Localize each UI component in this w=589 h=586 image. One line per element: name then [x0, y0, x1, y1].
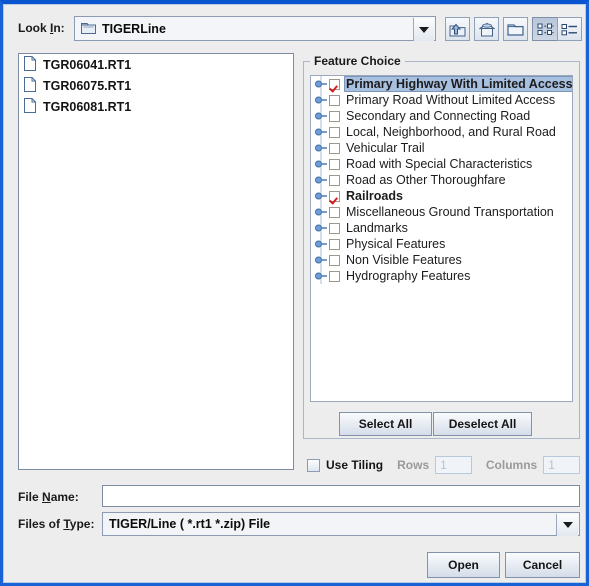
toolbar: Look In: TIGERLine: [4, 5, 585, 49]
rows-label: Rows: [397, 458, 430, 472]
tree-expand-icon[interactable]: [313, 92, 329, 108]
list-item[interactable]: TGR06075.RT1: [19, 75, 293, 96]
home-button[interactable]: [474, 17, 499, 41]
files-of-type-label: Files of Type:: [18, 517, 95, 531]
tree-item-label: Hydrography Features: [346, 269, 471, 283]
tree-item[interactable]: Road with Special Characteristics: [311, 156, 572, 172]
tree-expand-icon[interactable]: [313, 124, 329, 140]
tree-item-checkbox[interactable]: [329, 126, 340, 138]
tree-item-checkbox[interactable]: [329, 270, 340, 282]
use-tiling-label: Use Tiling: [326, 458, 384, 472]
cancel-button[interactable]: Cancel: [505, 552, 580, 578]
file-chooser-dialog: Look In: TIGERLine TGR06041.RT1 TGR06075…: [0, 0, 589, 586]
list-item-label: TGR06041.RT1: [43, 57, 132, 72]
tree-item-checkbox[interactable]: [329, 142, 340, 154]
tiles-view-button[interactable]: [532, 17, 557, 41]
tree-expand-icon[interactable]: [313, 220, 329, 236]
columns-label: Columns: [485, 458, 538, 472]
tree-item[interactable]: Local, Neighborhood, and Rural Road: [311, 124, 572, 140]
tree-item-label: Railroads: [346, 189, 403, 203]
tree-item-checkbox[interactable]: [329, 78, 340, 90]
rows-input[interactable]: 1: [435, 456, 472, 474]
tree-expand-icon[interactable]: [313, 268, 329, 284]
tree-item[interactable]: Landmarks: [311, 220, 572, 236]
tree-item[interactable]: Railroads: [311, 188, 572, 204]
list-item-label: TGR06075.RT1: [43, 78, 132, 93]
list-item-label: TGR06081.RT1: [43, 99, 132, 114]
tree-item-label: Primary Road Without Limited Access: [346, 93, 556, 107]
files-of-type-value: TIGER/Line ( *.rt1 *.zip) File: [109, 517, 271, 531]
tree-item-label: Non Visible Features: [346, 253, 462, 267]
deselect-all-button[interactable]: Deselect All: [433, 412, 532, 436]
tree-item[interactable]: Vehicular Trail: [311, 140, 572, 156]
file-list[interactable]: TGR06041.RT1 TGR06075.RT1 TGR06081.RT1: [18, 53, 294, 470]
new-folder-button[interactable]: [503, 17, 528, 41]
details-view-button[interactable]: [557, 17, 582, 41]
tree-item-checkbox[interactable]: [329, 238, 340, 250]
tree-expand-icon[interactable]: [313, 108, 329, 124]
list-item[interactable]: TGR06081.RT1: [19, 96, 293, 117]
tree-item-checkbox[interactable]: [329, 174, 340, 186]
tree-item-checkbox[interactable]: [329, 254, 340, 266]
tree-item[interactable]: Road as Other Thoroughfare: [311, 172, 572, 188]
tree-item[interactable]: Primary Road Without Limited Access: [311, 92, 572, 108]
tree-item[interactable]: Physical Features: [311, 236, 572, 252]
tree-expand-icon[interactable]: [313, 140, 329, 156]
tree-item-label: Local, Neighborhood, and Rural Road: [346, 125, 556, 139]
open-button[interactable]: Open: [427, 552, 500, 578]
use-tiling-checkbox[interactable]: [307, 458, 320, 472]
tree-expand-icon[interactable]: [313, 188, 329, 204]
file-icon: [24, 55, 36, 74]
tree-expand-icon[interactable]: [313, 204, 329, 220]
file-icon: [24, 97, 36, 116]
file-icon: [24, 76, 36, 95]
tree-item-checkbox[interactable]: [329, 110, 340, 122]
tree-item-label: Vehicular Trail: [346, 141, 425, 155]
file-name-label: File Name:: [18, 490, 79, 504]
tree-item-checkbox[interactable]: [329, 94, 340, 106]
tree-item[interactable]: Hydrography Features: [311, 268, 572, 284]
tree-expand-icon[interactable]: [313, 252, 329, 268]
tree-item[interactable]: Non Visible Features: [311, 252, 572, 268]
file-name-input[interactable]: [102, 485, 580, 507]
columns-input[interactable]: 1: [543, 456, 580, 474]
folder-icon: [81, 21, 96, 37]
select-all-button[interactable]: Select All: [339, 412, 432, 436]
tree-item-checkbox[interactable]: [329, 206, 340, 218]
feature-tree[interactable]: Primary Highway With Limited Access Prima…: [310, 75, 573, 402]
look-in-value: TIGERLine: [102, 21, 166, 36]
tree-item-label: Landmarks: [346, 221, 408, 235]
tree-expand-icon[interactable]: [313, 156, 329, 172]
list-item[interactable]: TGR06041.RT1: [19, 54, 293, 75]
tree-item-label: Miscellaneous Ground Transportation: [346, 205, 554, 219]
look-in-label: Look In:: [18, 21, 65, 35]
tree-item-label: Secondary and Connecting Road: [346, 109, 531, 123]
tree-expand-icon[interactable]: [313, 236, 329, 252]
chevron-down-icon[interactable]: [556, 514, 578, 536]
chevron-down-icon[interactable]: [413, 18, 434, 41]
dialog-content: Look In: TIGERLine TGR06041.RT1 TGR06075…: [3, 4, 586, 583]
look-in-combobox[interactable]: TIGERLine: [74, 16, 436, 41]
tree-item-label: Road as Other Thoroughfare: [346, 173, 506, 187]
tree-item-label: Primary Highway With Limited Access: [344, 76, 573, 92]
tree-item-checkbox[interactable]: [329, 158, 340, 170]
up-one-level-button[interactable]: [445, 17, 470, 41]
tiling-options-row: Use Tiling Rows 1 Columns 1: [303, 454, 580, 476]
files-of-type-combobox[interactable]: TIGER/Line ( *.rt1 *.zip) File: [102, 512, 580, 536]
tree-item-label: Road with Special Characteristics: [346, 157, 533, 171]
tree-item[interactable]: Miscellaneous Ground Transportation: [311, 204, 572, 220]
tree-expand-icon[interactable]: [313, 76, 329, 92]
tree-item-checkbox[interactable]: [329, 190, 340, 202]
feature-choice-legend: Feature Choice: [310, 54, 405, 68]
tree-item[interactable]: Primary Highway With Limited Access: [311, 76, 572, 92]
tree-item-checkbox[interactable]: [329, 222, 340, 234]
tree-expand-icon[interactable]: [313, 172, 329, 188]
tree-item[interactable]: Secondary and Connecting Road: [311, 108, 572, 124]
tree-item-label: Physical Features: [346, 237, 446, 251]
